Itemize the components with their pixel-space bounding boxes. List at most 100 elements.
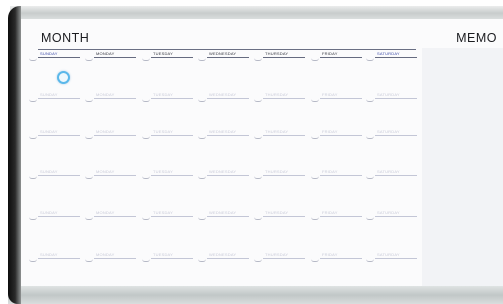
day-cell-line: [320, 216, 362, 217]
day-cell-line: [94, 135, 136, 136]
day-cell-line: [38, 216, 80, 217]
day-tick: [85, 58, 93, 61]
day-cell-line: [38, 98, 80, 99]
day-tick: [366, 99, 374, 102]
day-cell-line: [207, 258, 249, 259]
day-tick: [254, 217, 262, 220]
day-header-line: [375, 57, 417, 58]
day-tick: [311, 259, 319, 262]
day-cell-label: TUESDAY: [153, 169, 173, 174]
day-cell-label: SATURDAY: [377, 92, 400, 97]
day-cell-label: FRIDAY: [322, 210, 338, 215]
day-cell-label: THURSDAY: [265, 252, 289, 257]
day-cell-line: [151, 258, 193, 259]
day-cell-label: MONDAY: [96, 92, 115, 97]
day-cell-label: SUNDAY: [40, 210, 58, 215]
day-header-line: [94, 57, 136, 58]
day-cell-label: SATURDAY: [377, 129, 400, 134]
day-cell-line: [207, 135, 249, 136]
day-cell-label: THURSDAY: [265, 129, 289, 134]
day-cell-label: THURSDAY: [265, 210, 289, 215]
magnet-icon: [57, 71, 70, 84]
day-tick: [198, 217, 206, 220]
day-cell-line: [375, 216, 417, 217]
day-tick: [85, 136, 93, 139]
day-tick: [29, 259, 37, 262]
day-header-thu: THURSDAY: [265, 51, 289, 56]
day-tick: [311, 58, 319, 61]
day-cell-line: [207, 175, 249, 176]
day-cell-line: [375, 175, 417, 176]
day-header-line: [263, 57, 305, 58]
day-header-line: [151, 57, 193, 58]
frame-left: [8, 6, 21, 304]
day-tick: [366, 176, 374, 179]
day-cell-line: [320, 258, 362, 259]
day-header-fri: FRIDAY: [322, 51, 338, 56]
day-cell-line: [263, 258, 305, 259]
day-tick: [142, 136, 150, 139]
day-tick: [366, 136, 374, 139]
day-cell-line: [38, 175, 80, 176]
day-cell-label: MONDAY: [96, 129, 115, 134]
day-header-sun: SUNDAY: [40, 51, 58, 56]
day-tick: [85, 217, 93, 220]
day-tick: [254, 58, 262, 61]
frame-bottom: [8, 286, 503, 304]
memo-title: MEMO: [456, 31, 497, 45]
day-tick: [311, 136, 319, 139]
day-tick: [198, 259, 206, 262]
day-tick: [142, 217, 150, 220]
day-header-mon: MONDAY: [96, 51, 115, 56]
day-tick: [198, 136, 206, 139]
day-cell-line: [320, 135, 362, 136]
day-cell-line: [375, 258, 417, 259]
day-cell-label: TUESDAY: [153, 210, 173, 215]
day-cell-line: [207, 216, 249, 217]
day-tick: [311, 176, 319, 179]
day-cell-line: [320, 175, 362, 176]
day-cell-label: THURSDAY: [265, 92, 289, 97]
day-cell-label: WEDNESDAY: [209, 252, 237, 257]
day-header-tue: TUESDAY: [153, 51, 173, 56]
day-cell-line: [263, 216, 305, 217]
day-tick: [254, 136, 262, 139]
day-tick: [311, 217, 319, 220]
day-cell-line: [263, 175, 305, 176]
frame-top: [10, 6, 503, 19]
day-cell-label: MONDAY: [96, 252, 115, 257]
day-tick: [142, 99, 150, 102]
day-cell-label: SUNDAY: [40, 252, 58, 257]
month-title: MONTH: [41, 31, 90, 45]
day-cell-line: [151, 216, 193, 217]
day-tick: [198, 99, 206, 102]
day-tick: [254, 259, 262, 262]
day-tick: [366, 259, 374, 262]
day-header-wed: WEDNESDAY: [209, 51, 237, 56]
day-cell-label: FRIDAY: [322, 129, 338, 134]
day-cell-line: [207, 98, 249, 99]
day-cell-label: TUESDAY: [153, 129, 173, 134]
day-cell-line: [151, 135, 193, 136]
day-cell-label: MONDAY: [96, 169, 115, 174]
day-cell-line: [375, 98, 417, 99]
day-cell-line: [151, 98, 193, 99]
dry-erase-board: MONTH MEMO SUNDAY MONDAY TUESDAY WEDNESDAY T…: [21, 19, 503, 286]
day-cell-label: TUESDAY: [153, 92, 173, 97]
day-tick: [366, 58, 374, 61]
day-cell-label: SUNDAY: [40, 92, 58, 97]
day-tick: [29, 217, 37, 220]
day-cell-label: FRIDAY: [322, 252, 338, 257]
day-tick: [366, 217, 374, 220]
day-cell-line: [94, 98, 136, 99]
day-cell-label: MONDAY: [96, 210, 115, 215]
day-cell-line: [320, 98, 362, 99]
day-cell-line: [151, 175, 193, 176]
day-cell-label: SATURDAY: [377, 210, 400, 215]
memo-panel: [422, 48, 503, 286]
day-tick: [29, 176, 37, 179]
day-cell-label: TUESDAY: [153, 252, 173, 257]
day-header-line: [320, 57, 362, 58]
day-cell-line: [263, 98, 305, 99]
day-cell-label: FRIDAY: [322, 169, 338, 174]
